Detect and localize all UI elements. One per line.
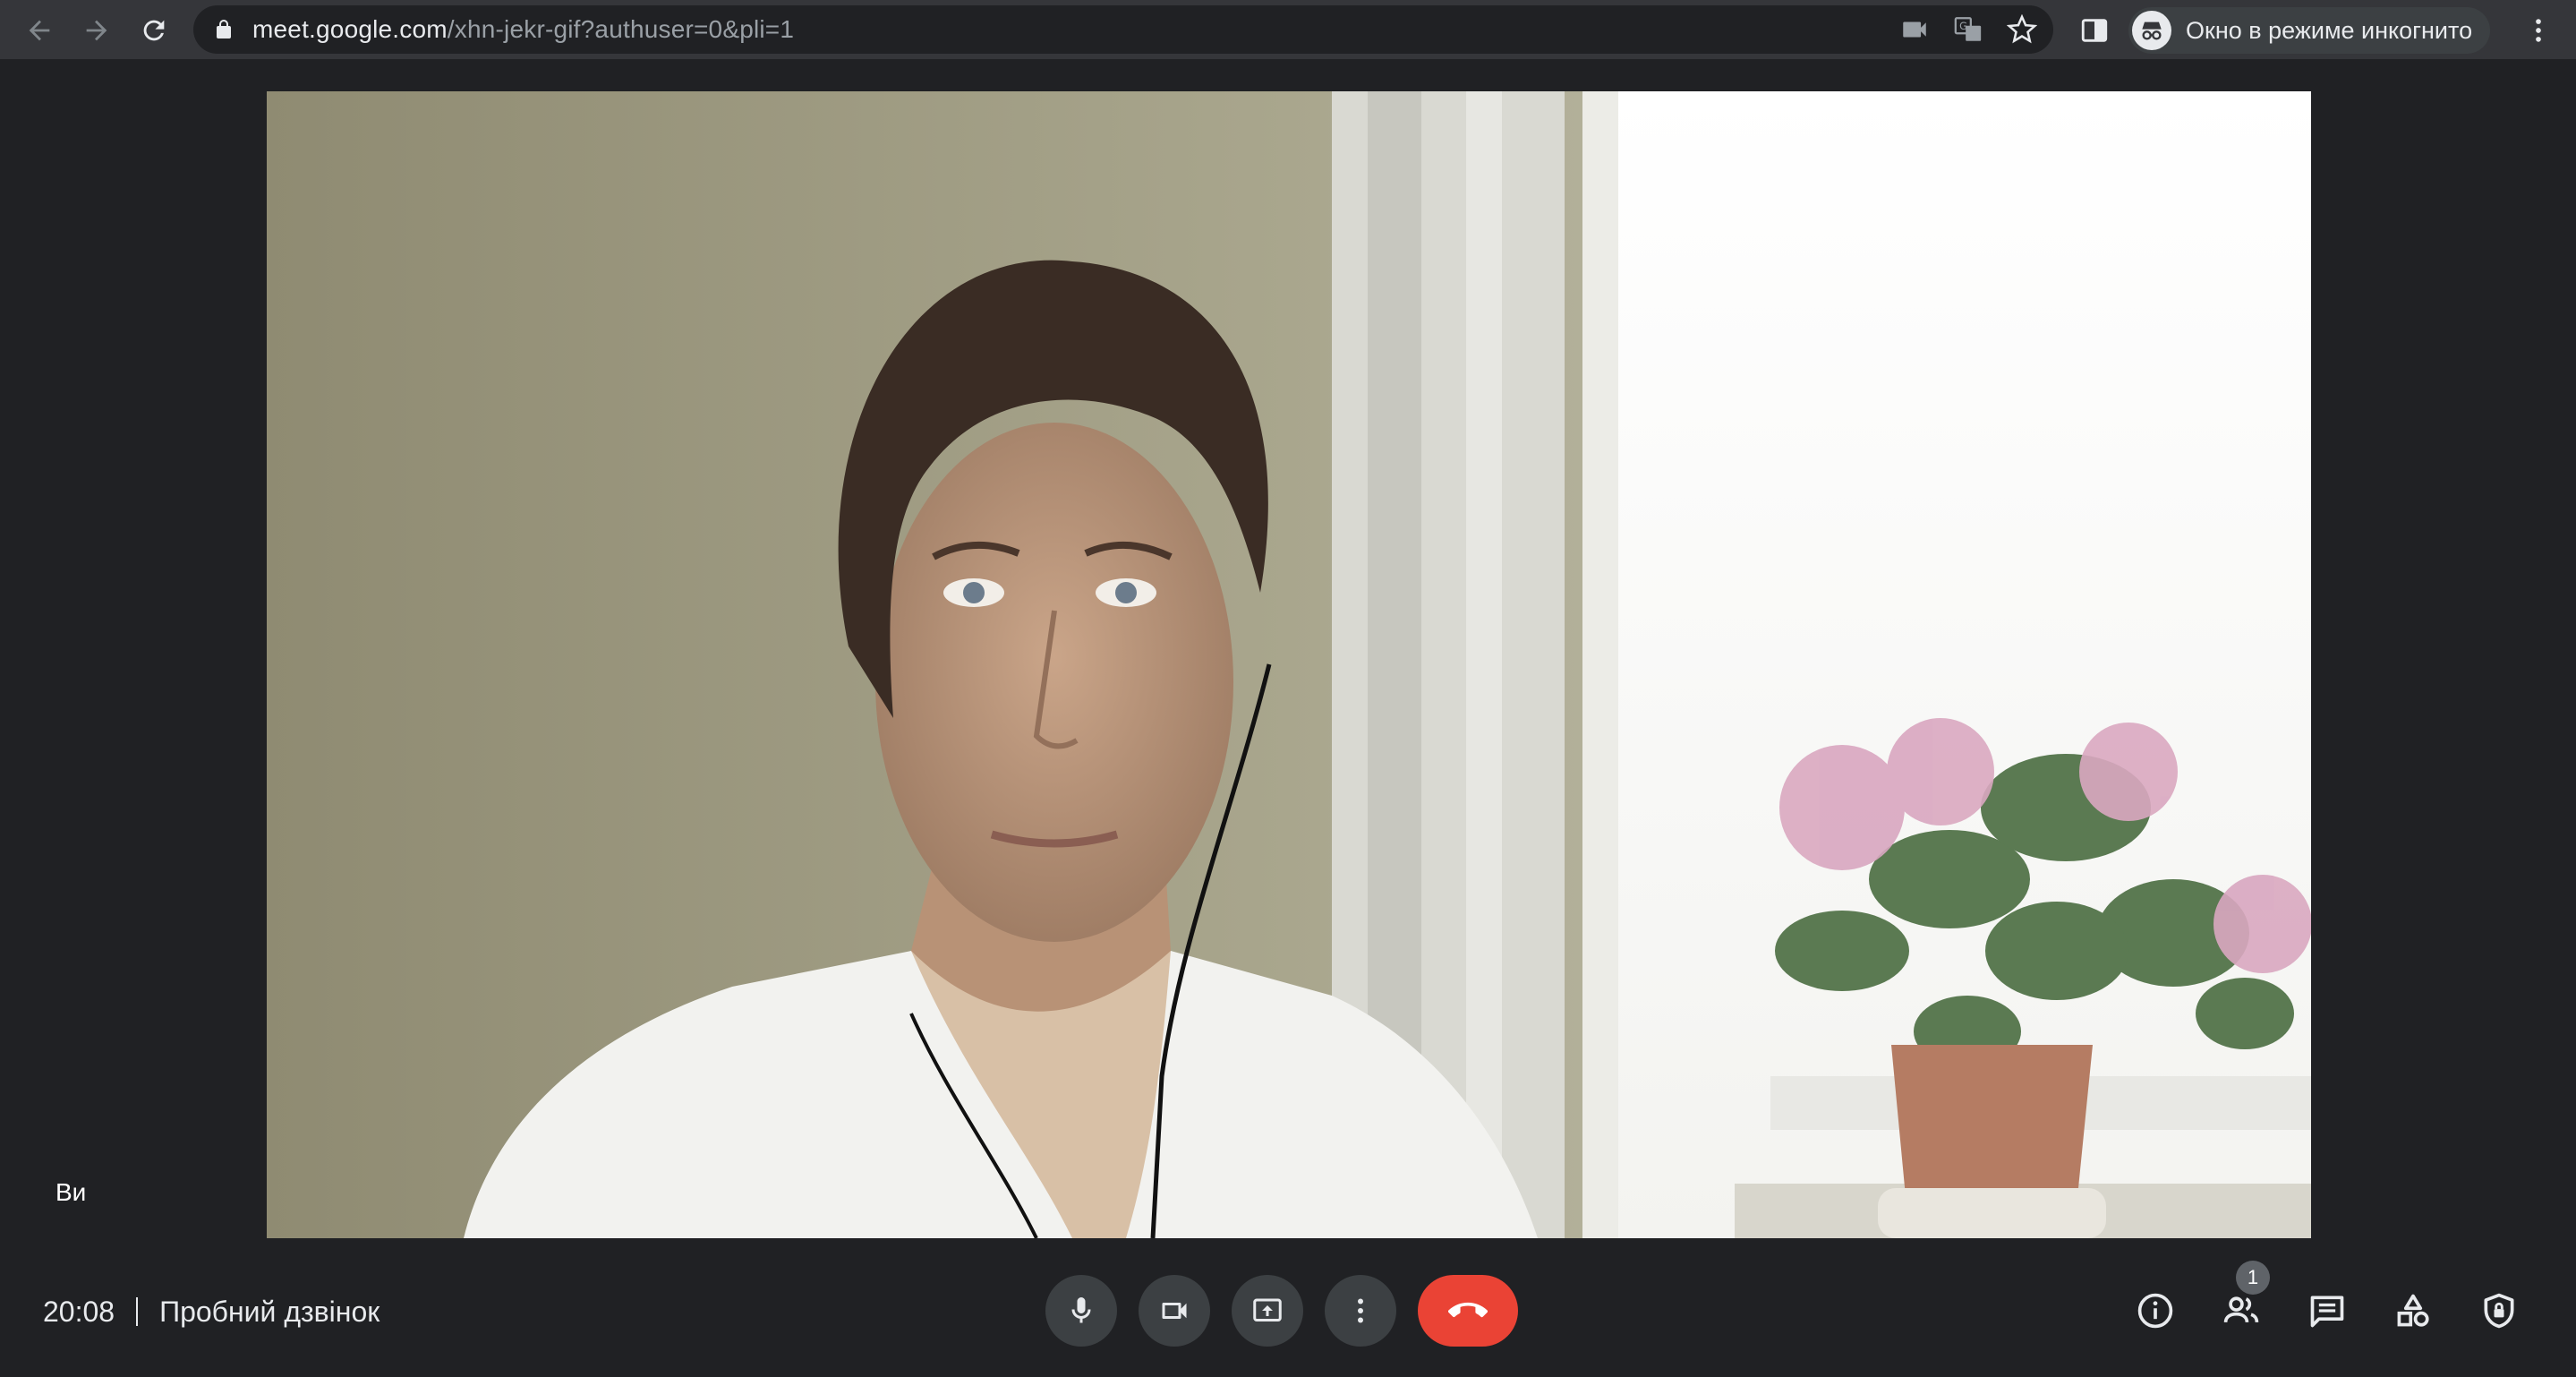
lock-icon [217, 20, 231, 38]
kebab-icon [1358, 1298, 1363, 1323]
more-options-button[interactable] [1325, 1275, 1396, 1347]
people-button[interactable]: 1 [2214, 1261, 2270, 1338]
participants-count-badge: 1 [2236, 1261, 2270, 1295]
hang-up-icon [1448, 1302, 1488, 1318]
microphone-button[interactable] [1045, 1275, 1117, 1347]
self-name-label: Ви [55, 1178, 87, 1206]
present-screen-icon [1253, 1298, 1282, 1321]
url-text: meet.google.com/xhn-jekr-gif?authuser=0&… [252, 15, 794, 44]
side-panel-icon [2081, 19, 2108, 42]
browser-menu-button[interactable] [2519, 11, 2558, 50]
people-icon [2223, 1296, 2259, 1323]
back-button[interactable] [14, 5, 64, 56]
present-screen-button[interactable] [1232, 1275, 1303, 1347]
video-camera-icon [1162, 1303, 1187, 1319]
microphone-icon [1071, 1297, 1091, 1323]
translate-icon[interactable]: G [1953, 14, 1983, 45]
incognito-label: Окно в режиме инкогнито [2186, 16, 2473, 44]
refresh-icon [143, 20, 165, 41]
end-call-button[interactable] [1418, 1275, 1518, 1347]
incognito-indicator[interactable]: Окно в режиме инкогнито [2128, 7, 2491, 54]
meeting-info: 20:08 Пробний дзвінок [43, 1289, 380, 1334]
divider [136, 1297, 139, 1326]
incognito-avatar [2132, 11, 2171, 50]
video-camera-icon[interactable] [1899, 14, 1930, 45]
self-video-tile [267, 91, 2311, 1238]
chat-icon [2310, 1296, 2344, 1328]
incognito-glasses-icon [2142, 21, 2162, 40]
camera-button[interactable] [1139, 1275, 1210, 1347]
meeting-tools: 1 [2128, 1261, 2526, 1339]
svg-text:G: G [1959, 20, 1967, 32]
reload-button[interactable] [129, 5, 179, 56]
url-path: /xhn-jekr-gif?authuser=0&pli=1 [447, 15, 795, 43]
host-controls-button[interactable] [2472, 1284, 2526, 1338]
kebab-icon [2536, 19, 2541, 42]
forward-button[interactable] [72, 5, 122, 56]
arrow-left-icon [29, 20, 50, 41]
browser-toolbar: meet.google.com/xhn-jekr-gif?authuser=0&… [0, 0, 2576, 61]
call-controls [1045, 1275, 1518, 1347]
star-icon[interactable] [2007, 14, 2037, 45]
activities-shapes-icon [2397, 1294, 2429, 1327]
info-icon [2137, 1293, 2173, 1329]
address-bar[interactable]: meet.google.com/xhn-jekr-gif?authuser=0&… [193, 5, 2053, 54]
meeting-time: 20:08 [43, 1295, 115, 1328]
meeting-title: Пробний дзвінок [159, 1295, 380, 1328]
chat-button[interactable] [2300, 1284, 2354, 1338]
meeting-details-button[interactable] [2128, 1284, 2182, 1338]
url-host: meet.google.com [252, 15, 448, 43]
arrow-right-icon [86, 20, 107, 41]
activities-button[interactable] [2386, 1284, 2440, 1338]
camera-feed [267, 91, 2311, 1238]
side-panel-button[interactable] [2075, 11, 2114, 50]
shield-lock-icon [2484, 1293, 2514, 1329]
